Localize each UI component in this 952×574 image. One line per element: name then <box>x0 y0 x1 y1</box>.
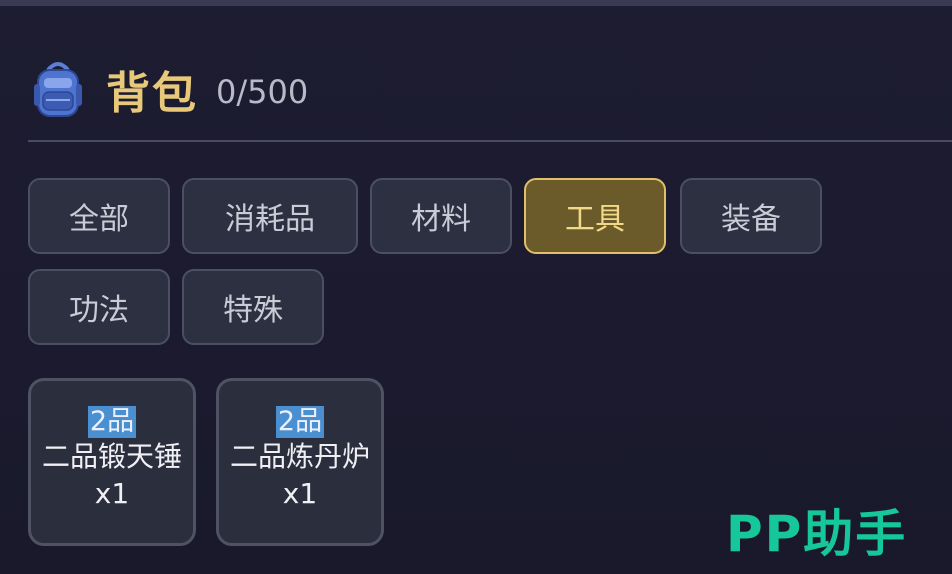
page-title: 背包 <box>106 68 198 119</box>
backpack-icon <box>34 62 82 117</box>
tab-consumables[interactable]: 消耗品 <box>182 178 358 254</box>
tab-all[interactable]: 全部 <box>28 178 170 254</box>
tab-tools[interactable]: 工具 <box>524 178 666 254</box>
tab-special[interactable]: 特殊 <box>182 269 324 345</box>
capacity-count: 0/500 <box>216 73 309 111</box>
item-grade-badge: 2品 <box>87 406 137 438</box>
tab-skills[interactable]: 功法 <box>28 269 170 345</box>
item-grade-badge: 2品 <box>275 406 325 438</box>
inventory-header: 背包 0/500 <box>30 54 308 124</box>
item-name: 二品炼丹炉 <box>229 440 370 473</box>
item-quantity: x1 <box>94 477 130 510</box>
item-slot[interactable]: 2品 二品炼丹炉 x1 <box>216 378 384 546</box>
tab-equipment[interactable]: 装备 <box>680 178 822 254</box>
header-divider <box>28 140 952 142</box>
watermark-logo: PP助手 <box>726 505 908 563</box>
item-name: 二品锻天锤 <box>41 440 182 473</box>
item-slot[interactable]: 2品 二品锻天锤 x1 <box>28 378 196 546</box>
item-quantity: x1 <box>282 477 318 510</box>
tab-materials[interactable]: 材料 <box>370 178 512 254</box>
inventory-panel: 背包 0/500 全部 消耗品 材料 工具 装备 功法 特殊 2品 二品锻天锤 … <box>0 0 952 574</box>
